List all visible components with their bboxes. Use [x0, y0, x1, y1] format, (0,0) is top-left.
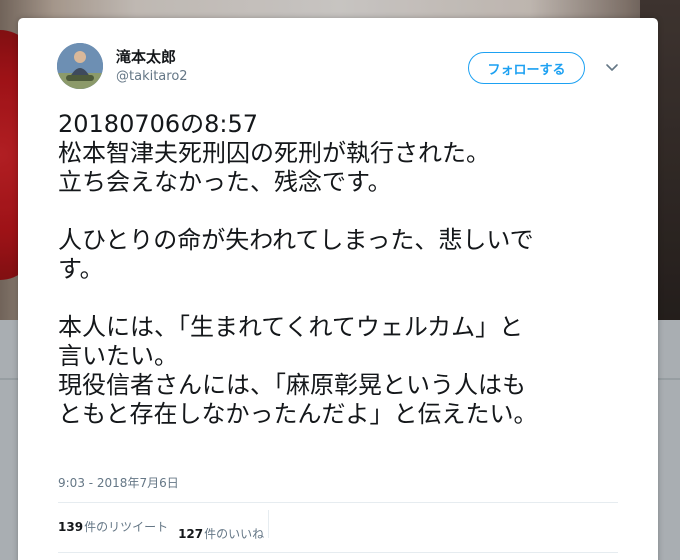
tweet-header: 滝本太郎 @takitaro2 フォローする — [18, 18, 658, 100]
user-name[interactable]: 滝本太郎 — [116, 46, 176, 67]
tweet-card: 滝本太郎 @takitaro2 フォローする 20180706の8:57 松本智… — [18, 18, 658, 560]
retweet-count-number: 139 — [58, 519, 84, 534]
stats-divider-bottom — [58, 552, 618, 553]
tweet-timestamp[interactable]: 9:03 - 2018年7月6日 — [58, 474, 179, 491]
retweet-count[interactable]: 139 件のリツイート — [58, 518, 168, 535]
retweet-count-label: 件のリツイート — [84, 519, 169, 534]
user-handle[interactable]: @takitaro2 — [116, 69, 188, 84]
stats-divider-top — [58, 502, 618, 503]
tweet-stats: 139 件のリツイート 127 件のいいね — [58, 510, 279, 541]
tweet-text: 20180706の8:57 松本智津夫死刑囚の死刑が執行された。 立ち会えなかっ… — [58, 110, 538, 428]
more-options-button[interactable] — [604, 60, 620, 74]
user-avatar[interactable] — [57, 43, 103, 89]
chevron-down-icon — [606, 64, 618, 71]
like-count[interactable]: 127 件のいいね — [178, 510, 270, 542]
follow-button[interactable]: フォローする — [468, 52, 585, 84]
avatar-photo — [57, 43, 103, 89]
like-count-number: 127 — [178, 527, 204, 541]
like-count-label: 件のいいね — [204, 527, 265, 541]
stats-separator — [268, 510, 270, 538]
